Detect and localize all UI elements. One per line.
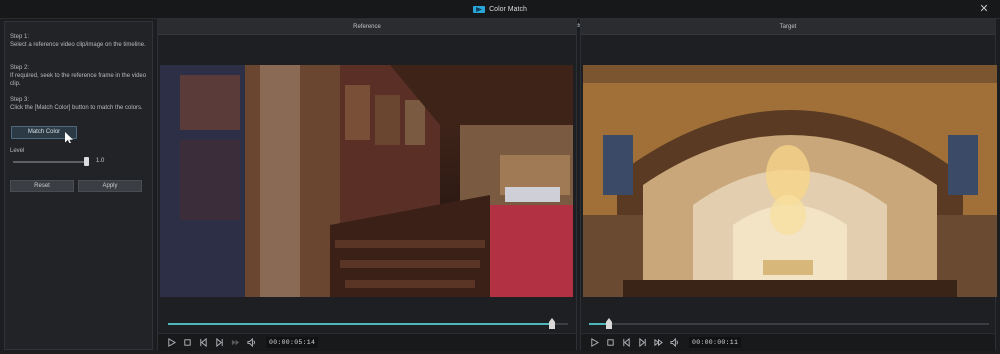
volume-icon[interactable] bbox=[669, 337, 680, 348]
step-3: Step 3: Click the [Match Color] button t… bbox=[10, 96, 148, 112]
reference-header: Reference bbox=[158, 20, 576, 35]
close-icon[interactable]: ✕ bbox=[978, 3, 990, 15]
window-title-group: Color Match bbox=[0, 0, 1000, 19]
color-match-icon bbox=[473, 6, 486, 13]
settings-panel: Step 1: Select a reference video clip/im… bbox=[4, 21, 153, 350]
next-frame-icon[interactable] bbox=[637, 337, 648, 348]
level-value: 1.0 bbox=[96, 158, 105, 164]
target-timecode[interactable]: 00:00:00:11 bbox=[689, 337, 742, 348]
reference-playback-controls: 00:00:05:14 bbox=[158, 333, 576, 351]
target-playback-controls: 00:00:00:11 bbox=[581, 333, 995, 351]
target-scrub-handle[interactable] bbox=[606, 318, 612, 329]
level-slider[interactable] bbox=[13, 161, 89, 163]
reference-scrub-progress bbox=[168, 323, 552, 325]
previous-frame-icon[interactable] bbox=[198, 337, 209, 348]
step-2-text: If required, seek to the reference frame… bbox=[10, 73, 147, 87]
reset-button[interactable]: Reset bbox=[10, 180, 74, 192]
level-slider-handle[interactable] bbox=[84, 157, 89, 166]
target-video-frame[interactable] bbox=[583, 65, 997, 297]
reference-frame-image bbox=[160, 65, 573, 297]
window-title: Color Match bbox=[489, 6, 527, 13]
previous-frame-icon[interactable] bbox=[621, 337, 632, 348]
next-frame-icon[interactable] bbox=[214, 337, 225, 348]
target-scrub-bar[interactable] bbox=[589, 318, 989, 329]
stop-icon[interactable] bbox=[182, 337, 193, 348]
fast-forward-icon[interactable] bbox=[653, 337, 664, 348]
step-3-text: Click the [Match Color] button to match … bbox=[10, 105, 143, 111]
step-2: Step 2: If required, seek to the referen… bbox=[10, 64, 148, 88]
stop-icon[interactable] bbox=[605, 337, 616, 348]
target-header: Target bbox=[581, 20, 995, 35]
step-1: Step 1: Select a reference video clip/im… bbox=[10, 33, 148, 49]
reference-timecode[interactable]: 00:00:05:14 bbox=[266, 337, 319, 348]
level-label: Level bbox=[10, 148, 25, 154]
reference-scrub-bar[interactable] bbox=[168, 318, 568, 329]
step-2-title: Step 2: bbox=[10, 65, 30, 71]
target-panel: Target 00:00:00:11 bbox=[580, 19, 997, 351]
reference-panel: Reference 00:00:05:14 bbox=[157, 19, 577, 351]
step-3-title: Step 3: bbox=[10, 97, 30, 103]
play-icon[interactable] bbox=[589, 337, 600, 348]
reference-video-frame[interactable] bbox=[160, 65, 573, 297]
step-1-text: Select a reference video clip/image on t… bbox=[10, 42, 146, 48]
reference-scrub-handle[interactable] bbox=[549, 318, 555, 329]
fast-forward-icon[interactable] bbox=[230, 337, 241, 348]
title-bar: Color Match ✕ bbox=[0, 0, 1000, 19]
volume-icon[interactable] bbox=[246, 337, 257, 348]
play-icon[interactable] bbox=[166, 337, 177, 348]
step-1-title: Step 1: bbox=[10, 34, 30, 40]
target-frame-image bbox=[583, 65, 997, 297]
apply-button[interactable]: Apply bbox=[78, 180, 142, 192]
